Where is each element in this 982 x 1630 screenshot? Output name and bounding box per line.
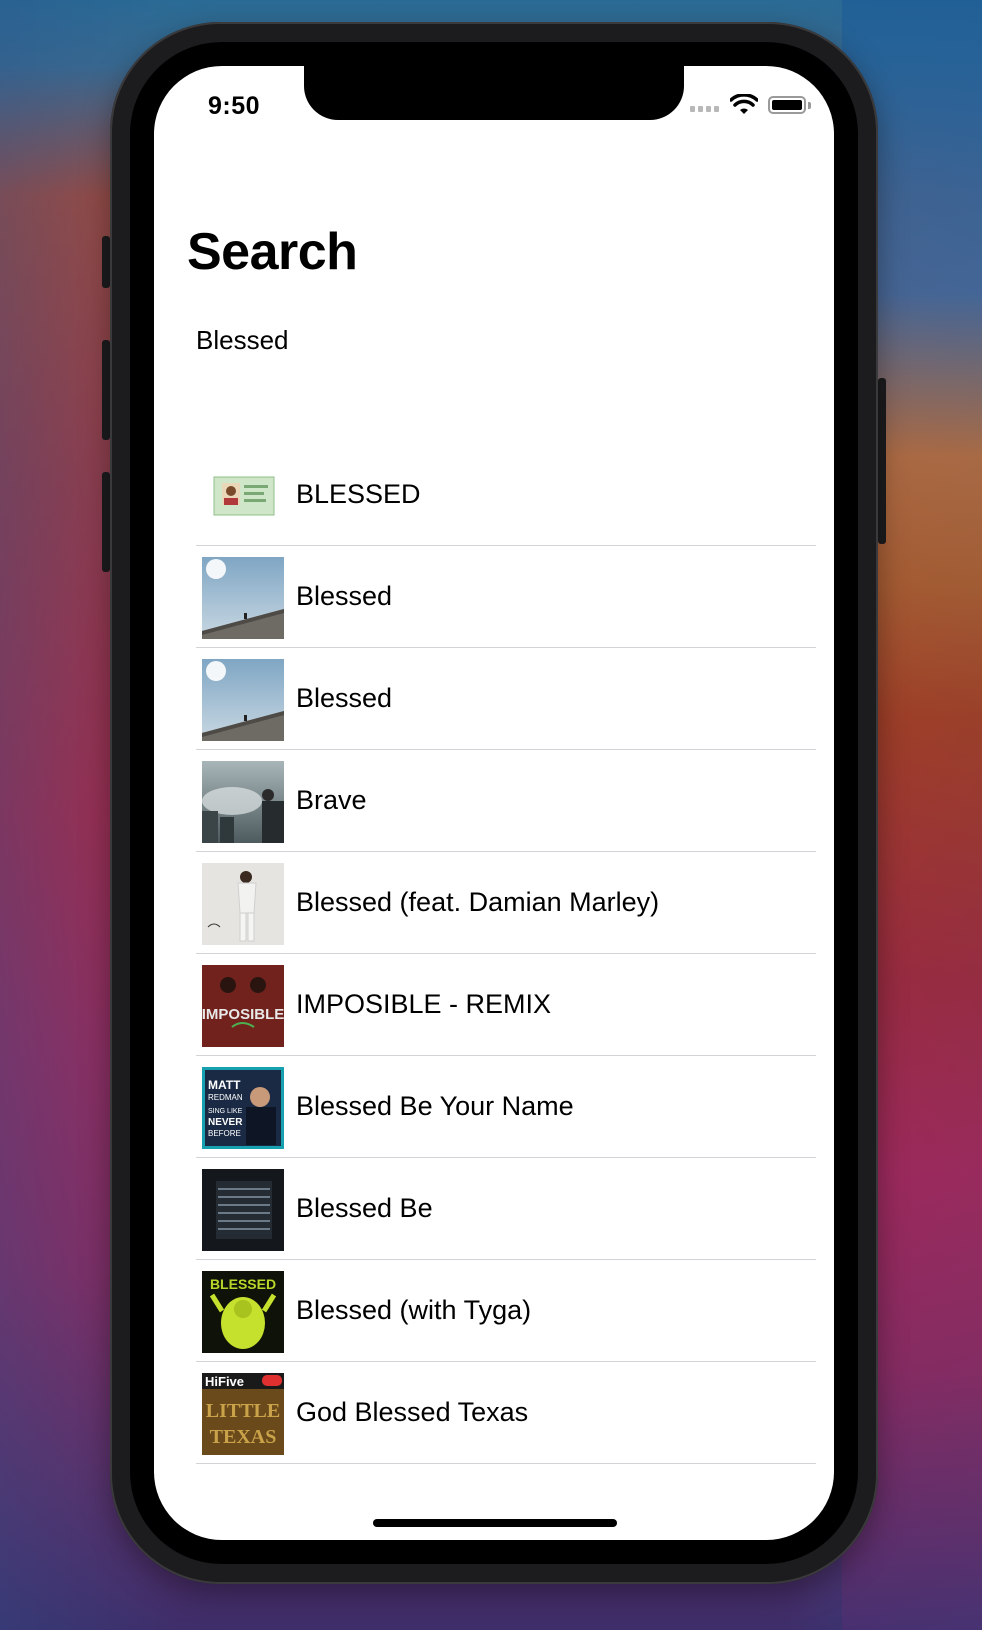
album-art-little-texas: HiFive LITTLE TEXAS — [202, 1373, 284, 1455]
svg-text:LITTLE: LITTLE — [206, 1400, 280, 1422]
result-row[interactable]: Blessed — [196, 546, 816, 648]
result-title: BLESSED — [296, 479, 421, 509]
status-time: 9:50 — [208, 92, 261, 120]
battery-cap — [808, 102, 811, 109]
result-row[interactable]: BLESSED Blessed (with Tyga) — [196, 1260, 816, 1362]
result-title: IMPOSIBLE - REMIX — [296, 989, 552, 1019]
volume-down-button — [102, 472, 110, 572]
album-art-standing-figure — [202, 863, 284, 945]
cellular-signal-icon — [690, 106, 719, 112]
volume-up-button — [102, 340, 110, 440]
svg-text:MATT: MATT — [208, 1078, 241, 1092]
result-title: Blessed (with Tyga) — [296, 1295, 532, 1325]
album-art-sky-building — [202, 557, 284, 639]
search-input[interactable] — [196, 320, 756, 360]
svg-text:BEFORE: BEFORE — [208, 1129, 241, 1138]
result-title: Blessed — [296, 581, 393, 611]
battery-icon — [768, 96, 806, 114]
home-indicator[interactable] — [373, 1519, 617, 1527]
result-row[interactable]: Blessed Be — [196, 1158, 816, 1260]
mute-switch — [102, 236, 110, 288]
album-art-sky-building — [202, 659, 284, 741]
svg-text:TEXAS: TEXAS — [210, 1426, 277, 1448]
album-art-id-card — [202, 455, 284, 537]
result-title: Brave — [296, 785, 367, 815]
svg-text:HiFive: HiFive — [205, 1374, 244, 1389]
svg-text:REDMAN: REDMAN — [208, 1093, 243, 1102]
album-art-yellow-green: BLESSED — [202, 1271, 284, 1353]
search-results-list: BLESSED Blessed Blessed Brave Blessed (f… — [196, 444, 816, 1464]
wifi-icon — [730, 94, 758, 114]
svg-text:NEVER: NEVER — [208, 1117, 243, 1128]
svg-text:BLESSED: BLESSED — [210, 1276, 276, 1292]
page-title: Search — [187, 223, 358, 281]
svg-text:SING LIKE: SING LIKE — [208, 1108, 243, 1115]
result-title: Blessed — [296, 683, 393, 713]
result-title: Blessed Be — [296, 1193, 433, 1223]
result-title: Blessed (feat. Damian Marley) — [296, 887, 660, 917]
album-art-matt-redman: MATT REDMAN SING LIKE NEVER BEFORE — [202, 1067, 284, 1149]
power-button — [878, 378, 886, 544]
album-art-imposible: IMPOSIBLE — [202, 965, 284, 1047]
notch — [304, 66, 684, 120]
album-art-city-clouds — [202, 761, 284, 843]
result-row[interactable]: Blessed (feat. Damian Marley) — [196, 852, 816, 954]
svg-text:IMPOSIBLE: IMPOSIBLE — [202, 1006, 284, 1023]
album-art-dark-grid — [202, 1169, 284, 1251]
app-screen: 9:50 Search Blessed BLESSED Blessed Bles… — [154, 66, 834, 1540]
result-row[interactable]: HiFive LITTLE TEXAS God Blessed Texas — [196, 1362, 816, 1464]
result-row[interactable]: Blessed — [196, 648, 816, 750]
result-row[interactable]: MATT REDMAN SING LIKE NEVER BEFORE Bless… — [196, 1056, 816, 1158]
result-title: God Blessed Texas — [296, 1397, 529, 1427]
result-row[interactable]: BLESSED — [196, 444, 816, 546]
result-row[interactable]: Brave — [196, 750, 816, 852]
result-title: Blessed Be Your Name — [296, 1091, 574, 1121]
result-row[interactable]: IMPOSIBLE IMPOSIBLE - REMIX — [196, 954, 816, 1056]
